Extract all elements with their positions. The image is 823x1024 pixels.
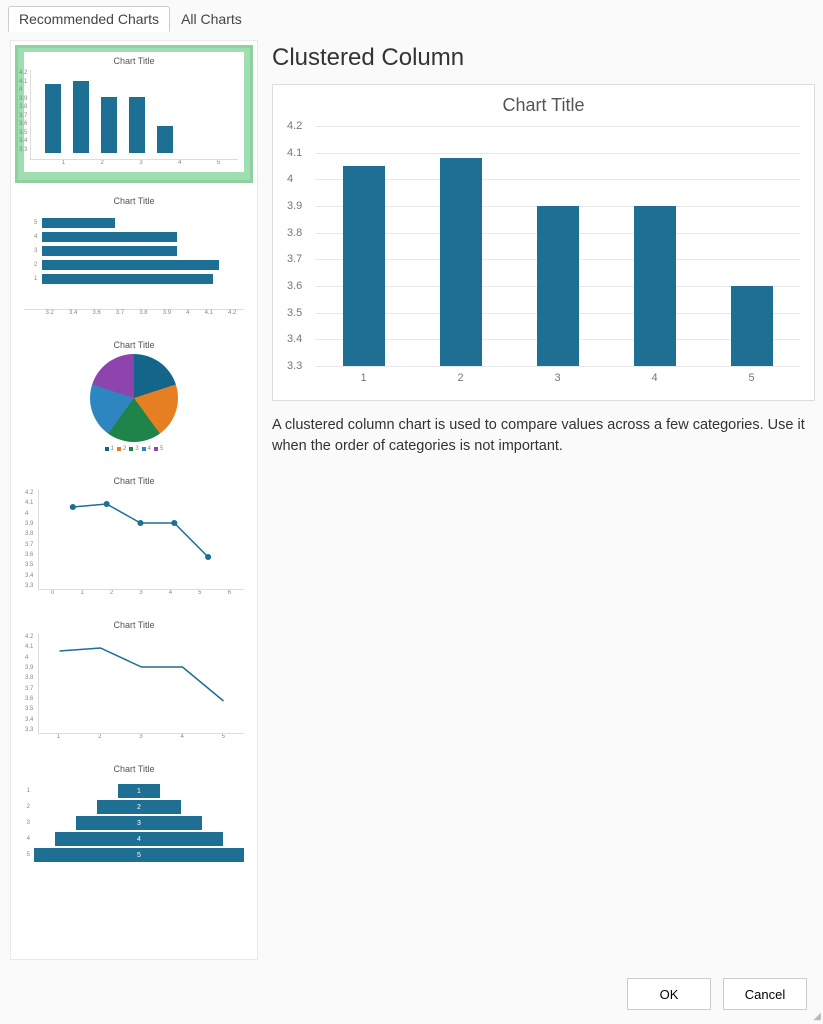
insert-chart-dialog: Recommended Charts All Charts Chart Titl… [0,0,823,1024]
dialog-footer: OK Cancel [0,968,823,1024]
thumb-clustered-column[interactable]: Chart Title 4.24.143.93.83.73.63.53.43.3… [15,45,253,183]
ok-button[interactable]: OK [627,978,711,1010]
thumb-title: Chart Title [24,196,244,206]
thumb-title: Chart Title [24,340,244,350]
thumb-funnel[interactable]: Chart Title 11 22 33 44 55 [15,757,253,879]
cancel-button[interactable]: Cancel [723,978,807,1010]
mini-column-chart: 4.24.143.93.83.73.63.53.43.3 [30,70,238,160]
mini-funnel-chart: 11 22 33 44 55 [24,778,244,868]
chart-description: A clustered column chart is used to comp… [272,415,815,457]
thumb-pie[interactable]: Chart Title 1 2 3 4 5 [15,333,253,463]
thumb-title: Chart Title [30,56,238,66]
chart-type-heading: Clustered Column [272,44,815,72]
thumb-title: Chart Title [24,476,244,486]
mini-scatter-chart: 4.24.143.93.83.73.63.53.43.3 [38,490,244,590]
tab-bar: Recommended Charts All Charts [0,0,823,32]
thumb-title: Chart Title [24,620,244,630]
tab-all-charts[interactable]: All Charts [170,6,253,32]
resize-grip-icon[interactable]: ◢ [813,1011,821,1022]
thumb-clustered-bar[interactable]: Chart Title 5 4 3 2 1 3.23.43.63.73.83.9… [15,189,253,327]
thumb-title: Chart Title [24,764,244,774]
mini-pie-legend: 1 2 3 4 5 [24,446,244,452]
chart-x-axis: 12345 [315,366,800,384]
chart-preview: Chart Title 4.24.143.93.83.73.63.53.43.3… [272,84,815,401]
chart-thumbnail-list[interactable]: Chart Title 4.24.143.93.83.73.63.53.43.3… [10,40,258,960]
tab-recommended-charts[interactable]: Recommended Charts [8,6,170,32]
chart-preview-title: Chart Title [287,95,800,116]
clustered-column-chart: 4.24.143.93.83.73.63.53.43.3 [315,126,800,366]
mini-line-chart: 4.24.143.93.83.73.63.53.43.3 [38,634,244,734]
thumb-scatter-line[interactable]: Chart Title 4.24.143.93.83.73.63.53.43.3… [15,469,253,607]
thumb-line[interactable]: Chart Title 4.24.143.93.83.73.63.53.43.3… [15,613,253,751]
mini-pie-chart [90,354,178,442]
mini-bar-chart: 5 4 3 2 1 [24,210,244,310]
dialog-body: Chart Title 4.24.143.93.83.73.63.53.43.3… [0,32,823,968]
chart-preview-panel: Clustered Column Chart Title 4.24.143.93… [272,40,815,960]
